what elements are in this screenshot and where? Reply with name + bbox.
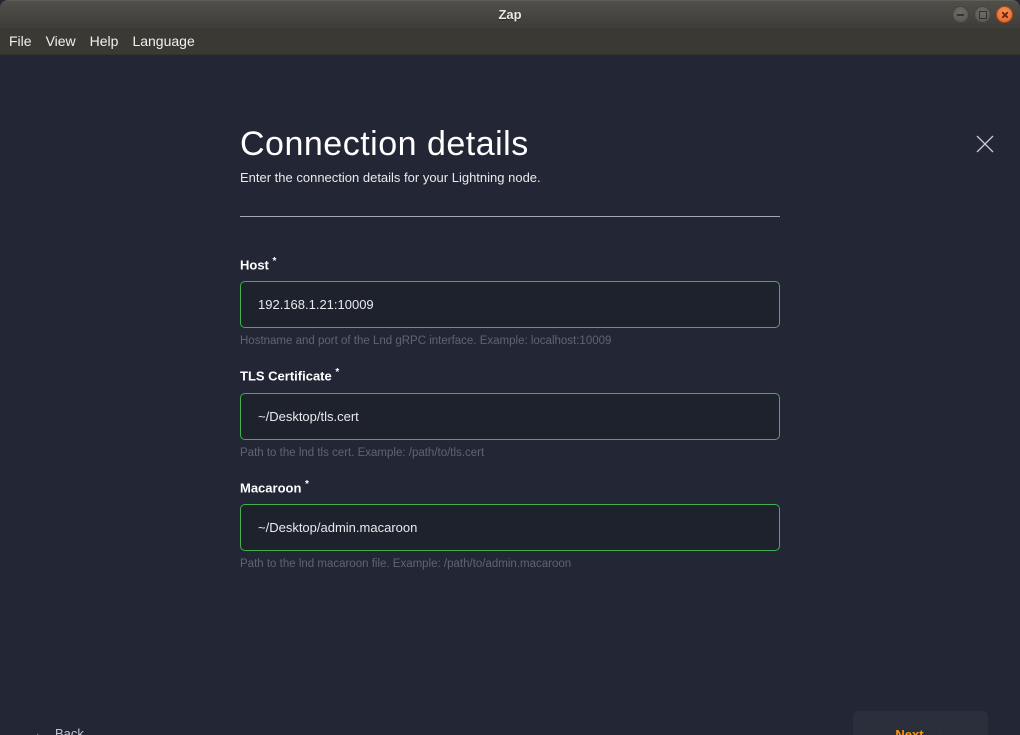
required-asterisk: * [273,256,277,267]
macaroon-input[interactable] [240,504,780,551]
connection-form: Host * Hostname and port of the Lnd gRPC… [240,254,780,571]
zap-window: Zap File View Help Language Connection d… [0,0,1020,735]
host-label-text: Host [240,257,269,272]
menubar: File View Help Language [0,28,1020,55]
titlebar: Zap [0,0,1020,28]
connection-details-page: Connection details Enter the connection … [0,55,1020,735]
window-title: Zap [498,7,521,22]
page-title: Connection details [240,124,780,164]
macaroon-field-group: Macaroon * Path to the lnd macaroon file… [240,477,780,571]
tls-certificate-field-group: TLS Certificate * Path to the lnd tls ce… [240,365,780,459]
macaroon-hint: Path to the lnd macaroon file. Example: … [240,557,780,571]
required-asterisk: * [305,479,309,490]
next-label: Next [895,727,923,735]
menu-language[interactable]: Language [125,29,201,53]
host-input[interactable] [240,281,780,328]
back-arrow-icon: ← [33,725,48,735]
required-asterisk: * [335,367,339,378]
window-controls [952,6,1013,23]
tls-certificate-input[interactable] [240,393,780,440]
maximize-icon[interactable] [974,6,991,23]
next-arrow-icon: → [931,726,946,735]
menu-file[interactable]: File [2,29,39,53]
divider [240,216,780,217]
tls-certificate-label: TLS Certificate * [240,365,780,384]
host-field-group: Host * Hostname and port of the Lnd gRPC… [240,254,780,348]
window-close-icon[interactable] [996,6,1013,23]
host-hint: Hostname and port of the Lnd gRPC interf… [240,334,780,348]
menu-help[interactable]: Help [83,29,126,53]
close-icon[interactable] [974,133,996,155]
macaroon-label-text: Macaroon [240,480,301,495]
page-subtitle: Enter the connection details for your Li… [240,169,780,187]
tls-certificate-hint: Path to the lnd tls cert. Example: /path… [240,446,780,460]
menu-view[interactable]: View [39,29,83,53]
next-button[interactable]: Next → [853,711,988,735]
macaroon-label: Macaroon * [240,477,780,496]
back-button[interactable]: ← Back [33,725,84,735]
form-container: Connection details Enter the connection … [240,55,780,588]
minimize-icon[interactable] [952,6,969,23]
back-label: Back [55,726,84,735]
host-label: Host * [240,254,780,273]
tls-certificate-label-text: TLS Certificate [240,369,332,384]
